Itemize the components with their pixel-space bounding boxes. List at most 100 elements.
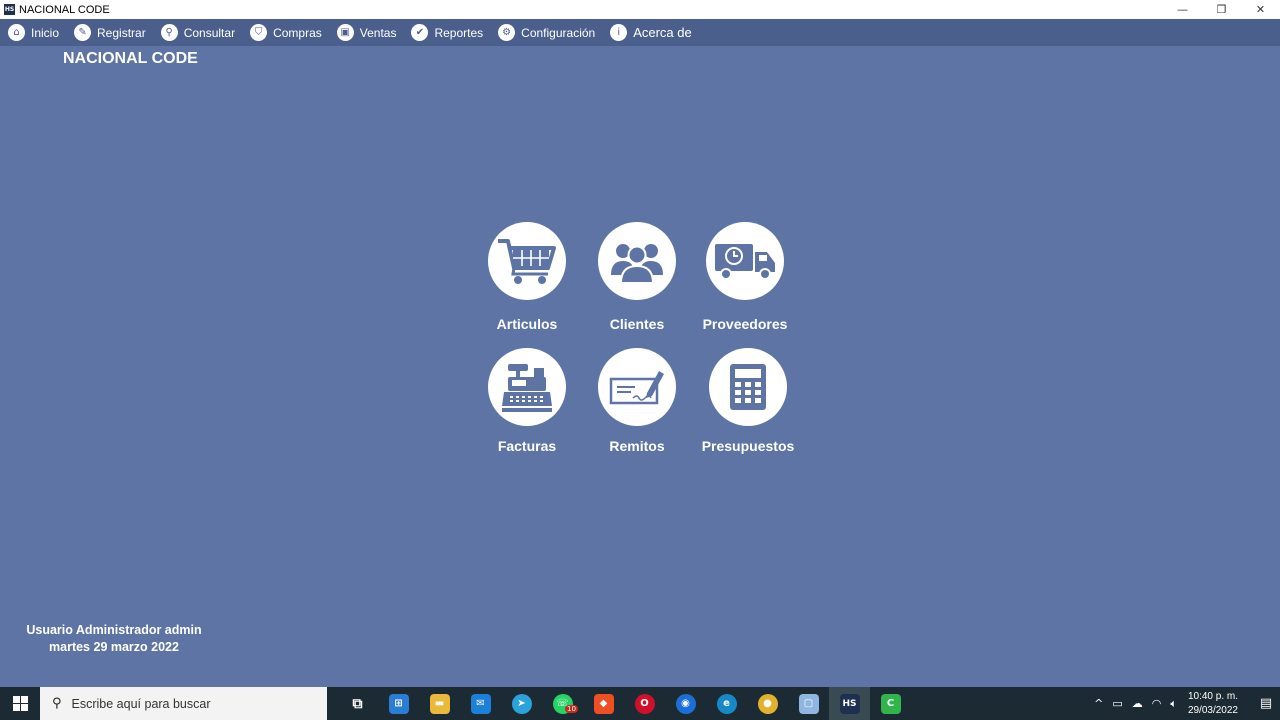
wifi-icon[interactable]: ◠ xyxy=(1152,697,1162,710)
taskbar-edge[interactable]: e xyxy=(706,687,747,720)
tile-circle[interactable] xyxy=(598,222,676,300)
taskbar-file-explorer[interactable]: ▬ xyxy=(419,687,460,720)
start-button[interactable] xyxy=(0,687,40,720)
tile-circle[interactable] xyxy=(488,348,566,426)
menu-item-acerca-de[interactable]: i Acerca de xyxy=(610,24,692,41)
pencil-icon: ✎ xyxy=(74,24,92,41)
taskbar-task-view[interactable]: ⧉ xyxy=(337,687,378,720)
calculator-icon xyxy=(730,364,766,410)
tile-circle[interactable] xyxy=(598,348,676,426)
maximize-button[interactable]: ❐ xyxy=(1202,0,1241,19)
app-icon: HS xyxy=(839,693,860,714)
gear-icon: ⚙ xyxy=(498,24,516,41)
taskbar-firefox[interactable]: ◉ xyxy=(665,687,706,720)
tile-articulos[interactable]: Articulos xyxy=(472,222,582,332)
taskbar-mail[interactable]: ✉ xyxy=(460,687,501,720)
tile-presupuestos[interactable]: Presupuestos xyxy=(693,348,803,454)
brand-title: NACIONAL CODE xyxy=(63,50,198,67)
camtasia-icon: C xyxy=(880,693,901,714)
notification-center-icon[interactable]: ▤ xyxy=(1252,687,1280,720)
edge-icon: e xyxy=(716,693,737,714)
tile-label: Proveedores xyxy=(702,316,788,332)
system-tray: ^ ▭ ☁ ◠ 🔈︎ 10:40 p. m. 29/03/2022 ▤ xyxy=(1094,687,1280,720)
tile-clientes[interactable]: Clientes xyxy=(582,222,692,332)
menu-item-ventas[interactable]: ▣ Ventas xyxy=(336,24,397,41)
info-icon: i xyxy=(610,24,628,41)
menu-item-registrar[interactable]: ✎ Registrar xyxy=(74,24,146,41)
window-title: NACIONAL CODE xyxy=(19,3,110,16)
clock-date: 29/03/2022 xyxy=(1187,704,1238,716)
chevron-up-icon[interactable]: ^ xyxy=(1094,697,1103,710)
taskbar-apps: ⧉ ⊞ ▬ ✉ ➤ ☏ 10 ◆ O ◉ e ● ▢ HS C xyxy=(337,687,911,720)
taskbar-virtualbox[interactable]: ▢ xyxy=(788,687,829,720)
signed-document-icon xyxy=(609,371,664,405)
menu-item-configuracion[interactable]: ⚙ Configuración xyxy=(498,24,595,41)
clock-time: 10:40 p. m. xyxy=(1187,690,1238,702)
tile-label: Facturas xyxy=(497,438,557,454)
tile-facturas[interactable]: Facturas xyxy=(472,348,582,454)
register-icon: ▣ xyxy=(336,24,354,41)
users-icon xyxy=(611,244,663,283)
minimize-button[interactable]: — xyxy=(1163,0,1202,19)
taskbar-brave[interactable]: ◆ xyxy=(583,687,624,720)
taskbar-whatsapp[interactable]: ☏ 10 xyxy=(542,687,583,720)
chrome-icon: ● xyxy=(757,693,778,714)
volume-icon[interactable]: 🔈︎ xyxy=(1170,697,1177,711)
tile-label: Clientes xyxy=(609,316,665,332)
brave-icon: ◆ xyxy=(593,693,614,714)
menu-item-inicio[interactable]: ⌂ Inicio xyxy=(8,24,59,41)
menu-item-label: Inicio xyxy=(31,25,60,40)
tile-circle[interactable] xyxy=(488,222,566,300)
close-button[interactable]: ✕ xyxy=(1241,0,1280,19)
taskbar-opera[interactable]: O xyxy=(624,687,665,720)
app-icon: HS xyxy=(4,4,15,15)
taskbar-chrome[interactable]: ● xyxy=(747,687,788,720)
windows-logo-icon xyxy=(12,696,28,711)
menu-item-label: Registrar xyxy=(97,25,146,40)
menu-item-label: Acerca de xyxy=(633,25,692,40)
tile-label: Articulos xyxy=(496,316,558,332)
firefox-icon: ◉ xyxy=(675,693,696,714)
tile-circle[interactable] xyxy=(706,222,784,300)
tile-remitos[interactable]: Remitos xyxy=(582,348,692,454)
search-placeholder: Escribe aquí para buscar xyxy=(71,696,211,711)
tile-proveedores[interactable]: Proveedores xyxy=(690,222,800,332)
home-icon: ⌂ xyxy=(8,24,25,41)
menu-item-compras[interactable]: ⛉ Compras xyxy=(250,24,322,41)
menu-item-consultar[interactable]: ⚲ Consultar xyxy=(160,24,235,41)
mail-icon: ✉ xyxy=(470,693,491,714)
cash-register-icon xyxy=(502,364,552,412)
basket-icon: ⛉ xyxy=(250,24,268,41)
folder-icon: ▬ xyxy=(429,693,450,714)
taskbar-search-input[interactable]: ⚲ Escribe aquí para buscar xyxy=(40,687,327,720)
title-bar: HS NACIONAL CODE — ❐ ✕ xyxy=(0,0,1280,19)
taskbar-microsoft-store[interactable]: ⊞ xyxy=(378,687,419,720)
battery-icon[interactable]: ▭ xyxy=(1112,697,1122,710)
user-info: Usuario Administrador admin martes 29 ma… xyxy=(0,622,228,656)
store-icon: ⊞ xyxy=(388,693,409,714)
clipboard-icon: ✔ xyxy=(411,24,429,41)
taskbar: ⚲ Escribe aquí para buscar ⧉ ⊞ ▬ ✉ ➤ ☏ 10… xyxy=(0,687,1280,720)
opera-icon: O xyxy=(634,693,655,714)
menu-item-label: Configuración xyxy=(521,25,596,40)
menu-item-label: Ventas xyxy=(359,25,397,40)
taskbar-telegram[interactable]: ➤ xyxy=(501,687,542,720)
menu-item-reportes[interactable]: ✔ Reportes xyxy=(411,24,483,41)
task-view-icon: ⧉ xyxy=(352,695,363,712)
cloud-icon[interactable]: ☁ xyxy=(1132,697,1143,710)
virtualbox-icon: ▢ xyxy=(798,693,819,714)
current-date: martes 29 marzo 2022 xyxy=(49,640,179,654)
tile-circle[interactable] xyxy=(709,348,787,426)
tile-label: Presupuestos xyxy=(701,438,795,454)
clock[interactable]: 10:40 p. m. 29/03/2022 xyxy=(1188,690,1238,718)
window-controls: — ❐ ✕ xyxy=(1163,0,1280,19)
search-icon: ⚲ xyxy=(160,24,178,41)
user-role: Usuario Administrador admin xyxy=(26,623,202,637)
menu-item-label: Reportes xyxy=(434,25,484,40)
tile-label: Remitos xyxy=(609,438,665,454)
taskbar-camtasia[interactable]: C xyxy=(870,687,911,720)
shopping-cart-icon xyxy=(498,239,556,284)
search-icon: ⚲ xyxy=(52,696,62,711)
menu-bar: ⌂ Inicio ✎ Registrar ⚲ Consultar ⛉ Compr… xyxy=(0,19,1280,46)
taskbar-nacional-code-app[interactable]: HS xyxy=(829,687,870,720)
